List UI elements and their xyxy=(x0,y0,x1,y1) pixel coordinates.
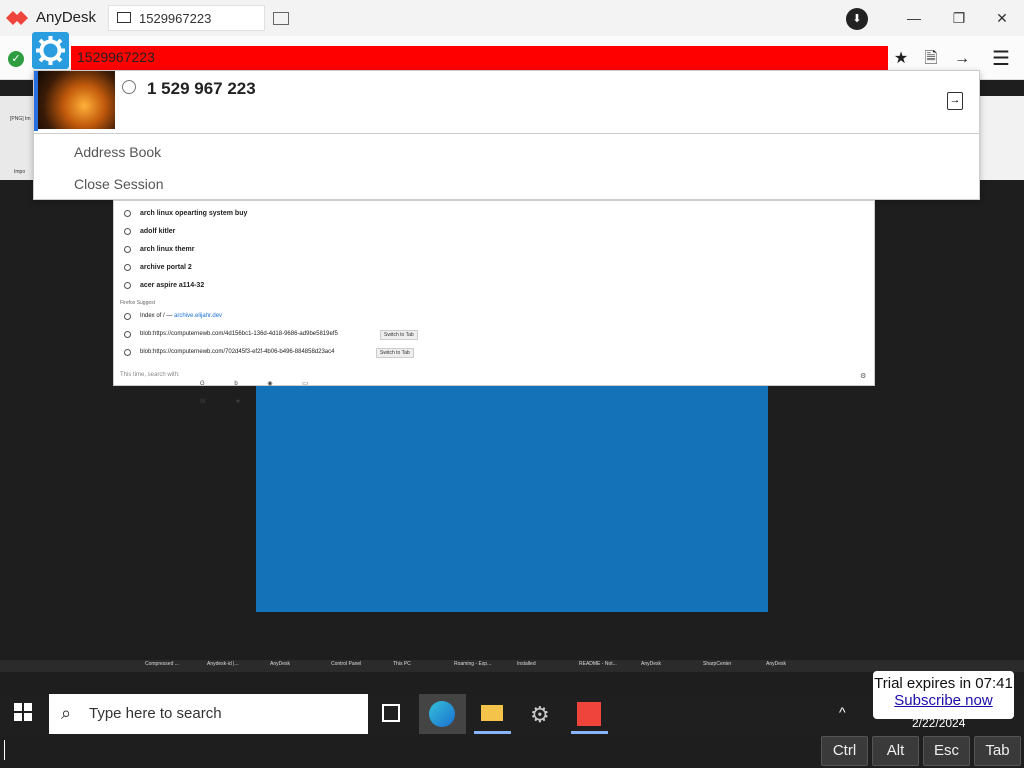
remote-task-item[interactable]: AnyDesk xyxy=(270,661,290,667)
subscribe-link[interactable]: Subscribe now xyxy=(873,692,1014,709)
file-transfer-icon[interactable]: 🗎 xyxy=(921,49,941,69)
monitor-icon xyxy=(117,12,131,23)
task-view-icon[interactable] xyxy=(382,704,400,722)
session-tab-label: 1529967223 xyxy=(139,11,212,26)
favorite-star-icon[interactable]: ★ xyxy=(891,49,911,69)
suggest-item[interactable]: Index of / — archive.elijahr.dev xyxy=(140,313,222,319)
remote-task-item[interactable]: README - Not... xyxy=(579,661,617,667)
remote-task-item[interactable]: AnyDesk xyxy=(641,661,661,667)
connection-dropdown: 1 529 967 223 → Address Book Close Sessi… xyxy=(33,70,980,200)
remote-tab-text: [PNG] Im xyxy=(10,116,31,122)
remote-task-item[interactable]: Control Panel xyxy=(331,661,361,667)
alt-key-button[interactable]: Alt xyxy=(872,736,919,766)
globe-icon xyxy=(124,331,131,338)
history-icon xyxy=(124,264,131,271)
search-engine-icons[interactable]: G b ◉ ▭ W ★ ▢ ◷ xyxy=(200,372,350,405)
remote-task-item[interactable]: Compressed ... xyxy=(145,661,179,667)
suggestion-item[interactable]: arch linux themr xyxy=(140,246,194,253)
minimize-button[interactable]: — xyxy=(902,8,926,28)
settings-gear-icon[interactable] xyxy=(32,32,69,69)
remote-taskbar: Compressed ... Anydesk-id |... AnyDesk C… xyxy=(0,660,1024,672)
remote-task-item[interactable]: This PC xyxy=(393,661,411,667)
taskbar-search[interactable]: ⌕ Type here to search xyxy=(49,694,368,734)
section-label: Firefox Suggest xyxy=(120,300,156,306)
remote-task-item[interactable]: Installed xyxy=(517,661,536,667)
gear-icon xyxy=(36,36,65,65)
search-with-label: This time, search with: xyxy=(120,372,180,378)
remote-thumbnail[interactable] xyxy=(38,71,115,129)
settings-taskbar-icon[interactable]: ⚙ xyxy=(517,694,564,734)
remote-suggestions-panel: arch linux opearting system buy adolf ki… xyxy=(113,200,875,405)
suggestion-item[interactable]: adolf kitler xyxy=(140,228,175,235)
close-session-item[interactable]: Close Session xyxy=(74,176,164,192)
remote-browser-edge-left: [PNG] Im Impo xyxy=(0,96,33,180)
download-icon[interactable]: ⬇ xyxy=(846,8,868,30)
menu-icon[interactable]: ☰ xyxy=(991,49,1011,69)
new-tab-icon[interactable] xyxy=(273,12,289,25)
close-button[interactable]: ✕ xyxy=(990,8,1014,28)
search-icon: ⌕ xyxy=(61,703,72,723)
folder-icon xyxy=(481,705,503,721)
suggest-item-text: Index of / — xyxy=(140,313,175,319)
suggest-item[interactable]: blob:https://computernewb.com/702d45f3-e… xyxy=(140,349,334,355)
file-explorer-taskbar-icon[interactable] xyxy=(469,694,516,734)
suggest-item[interactable]: blob:https://computernewb.com/4d156bc1-1… xyxy=(140,331,338,337)
settings-icon[interactable]: ⚙ xyxy=(860,372,866,380)
connection-ok-icon: ✓ xyxy=(8,51,24,67)
edge-logo-icon xyxy=(429,701,455,727)
suggest-item-link[interactable]: archive.elijahr.dev xyxy=(174,313,222,319)
connection-id[interactable]: 1 529 967 223 xyxy=(147,79,256,99)
remote-task-item[interactable]: Anydesk-id |... xyxy=(207,661,239,667)
edge-taskbar-icon[interactable] xyxy=(419,694,466,734)
session-tab[interactable]: 1529967223 xyxy=(108,5,265,31)
tab-key-button[interactable]: Tab xyxy=(974,736,1021,766)
gear-icon: ⚙ xyxy=(530,702,550,727)
suggestion-item[interactable]: archive portal 2 xyxy=(140,264,192,271)
esc-key-button[interactable]: Esc xyxy=(923,736,970,766)
globe-icon xyxy=(124,313,131,320)
special-keys-bar: Ctrl Alt Esc Tab xyxy=(0,734,1024,768)
globe-icon xyxy=(124,349,131,356)
remote-task-item[interactable]: Roaming - Exp... xyxy=(454,661,491,667)
connect-entry-icon[interactable]: → xyxy=(947,92,963,110)
tray-chevron-icon[interactable]: ^ xyxy=(839,704,846,720)
anydesk-icon xyxy=(577,702,601,726)
remote-task-item[interactable]: AnyDesk xyxy=(766,661,786,667)
history-icon xyxy=(124,246,131,253)
restore-button[interactable]: ❐ xyxy=(947,8,971,28)
search-placeholder: Type here to search xyxy=(89,705,222,722)
ctrl-key-button[interactable]: Ctrl xyxy=(821,736,868,766)
remote-browser-edge-right xyxy=(980,96,1024,180)
text-cursor xyxy=(4,740,5,760)
windows-start-icon[interactable] xyxy=(14,703,32,721)
app-name: AnyDesk xyxy=(36,9,97,26)
remote-bookmark-text: Impo xyxy=(14,169,26,175)
remote-blue-window xyxy=(256,386,768,612)
title-bar: AnyDesk 1529967223 ⬇ — ❐ ✕ xyxy=(0,0,1024,36)
address-book-item[interactable]: Address Book xyxy=(74,144,161,160)
anydesk-taskbar-icon[interactable] xyxy=(566,694,613,734)
online-status-icon xyxy=(122,80,136,94)
trial-text: Trial expires in 07:41 xyxy=(874,675,1013,692)
suggestion-item[interactable]: arch linux opearting system buy xyxy=(140,210,247,217)
taskbar-date: 2/22/2024 xyxy=(912,716,966,730)
history-icon xyxy=(124,282,131,289)
anydesk-logo-icon xyxy=(6,11,28,25)
history-icon xyxy=(124,228,131,235)
switch-to-tab-button[interactable]: Switch to Tab xyxy=(376,348,414,358)
divider xyxy=(34,133,979,134)
suggestion-item[interactable]: acer aspire a114-32 xyxy=(140,282,204,289)
history-icon xyxy=(124,210,131,217)
trial-banner: Trial expires in 07:41 Subscribe now xyxy=(873,671,1014,719)
switch-to-tab-button[interactable]: Switch to Tab xyxy=(380,330,418,340)
connect-arrow-icon[interactable]: → xyxy=(952,49,972,69)
remote-task-item[interactable]: SharpCenter xyxy=(703,661,731,667)
address-input[interactable]: 1529967223 xyxy=(71,46,888,70)
windows-taskbar: ⌕ Type here to search ⚙ ^ xyxy=(0,694,1024,734)
